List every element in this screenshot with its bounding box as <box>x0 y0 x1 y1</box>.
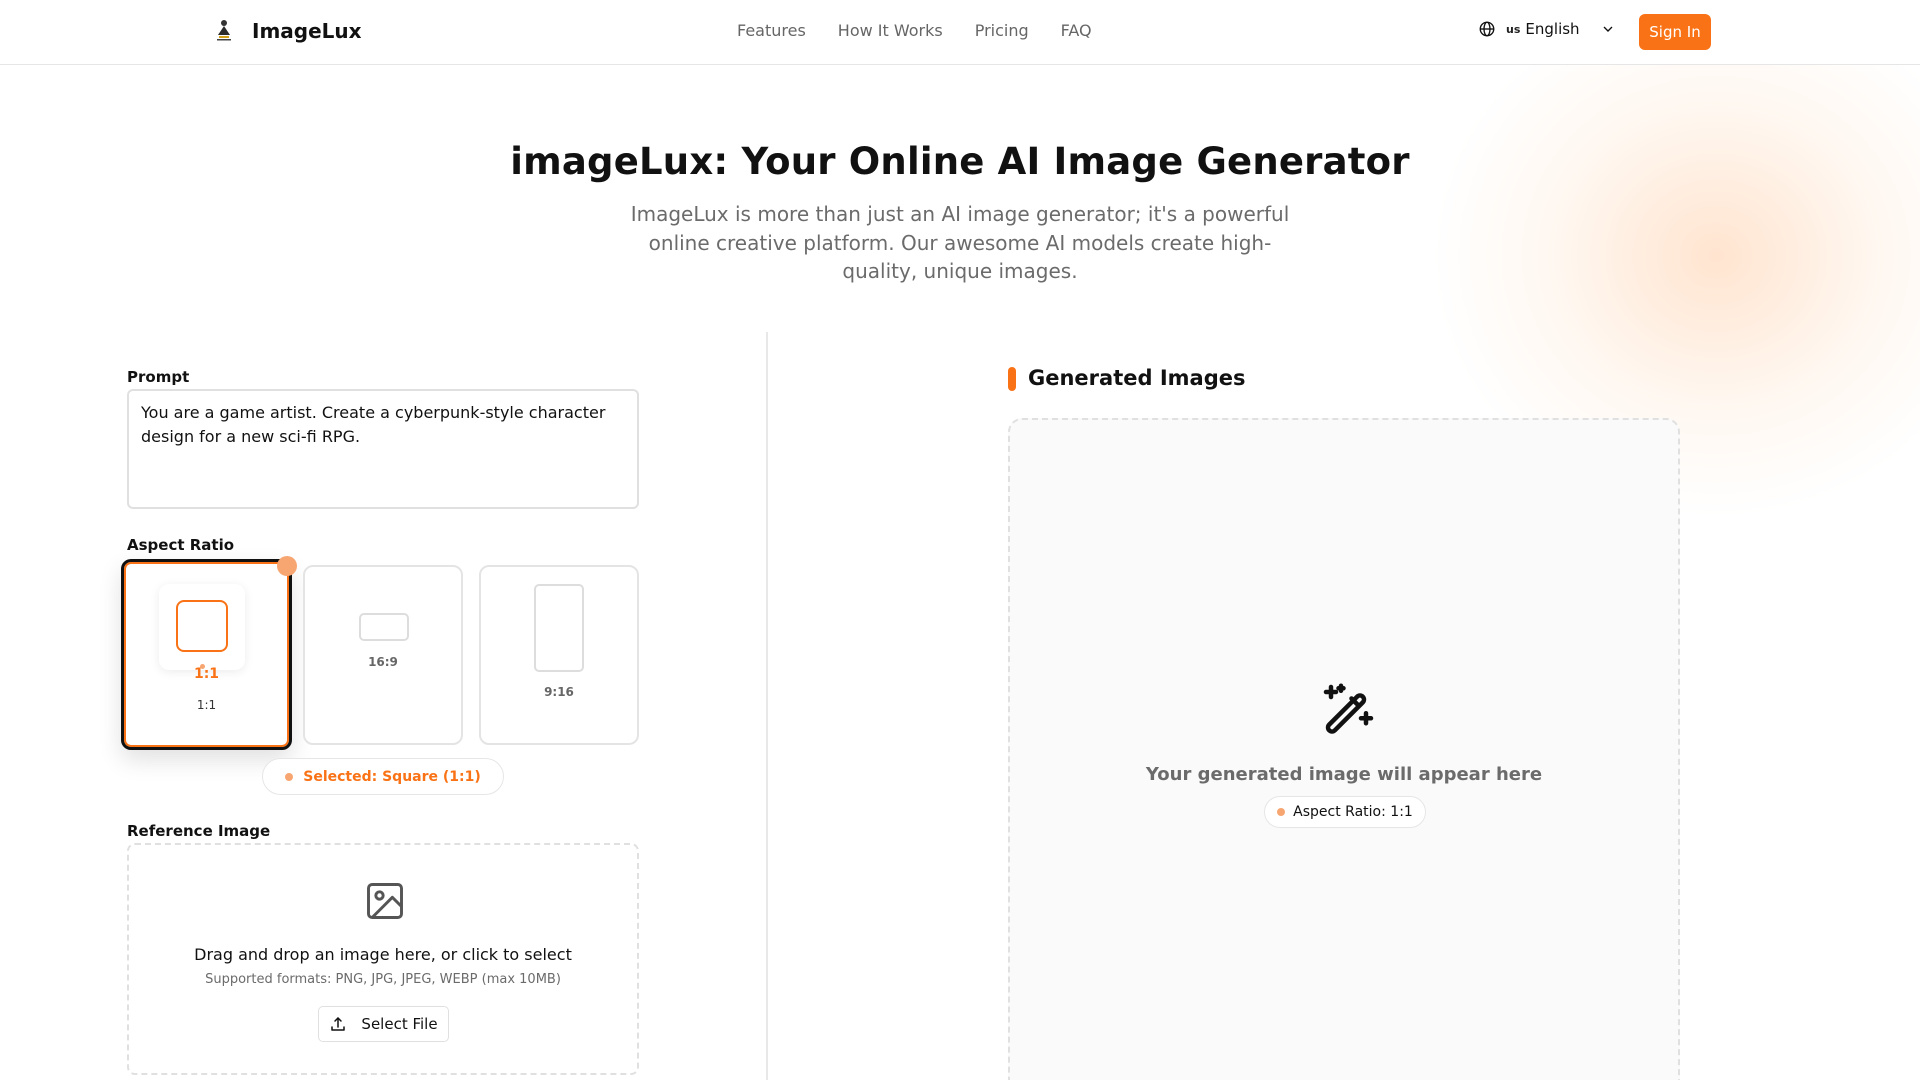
chevron-down-icon <box>1603 26 1613 32</box>
ratio-option-9-16[interactable]: 9:16 <box>479 565 639 745</box>
nav-how-it-works[interactable]: How It Works <box>838 21 943 40</box>
brand-name: ImageLux <box>252 19 362 43</box>
status-dot <box>285 772 294 781</box>
nav-pricing[interactable]: Pricing <box>975 21 1029 40</box>
globe-icon <box>1479 21 1495 37</box>
ratio-option-1-1[interactable]: 1:1 1:1 <box>121 559 292 750</box>
generated-images-title: Generated Images <box>1028 366 1246 390</box>
section-accent-bar <box>1008 367 1016 391</box>
selected-ratio-badge: Selected: Square (1:1) <box>262 758 504 795</box>
nav-features[interactable]: Features <box>737 21 806 40</box>
ratio-value: 1:1 <box>193 666 220 682</box>
magic-wand-icon <box>1323 683 1374 734</box>
select-file-label: Select File <box>361 1015 438 1033</box>
selected-ratio-text: Selected: Square (1:1) <box>303 768 481 785</box>
image-drop-zone[interactable]: Drag and drop an image here, or click to… <box>127 843 639 1075</box>
aspect-ratio-label: Aspect Ratio <box>127 536 235 554</box>
status-dot <box>1277 808 1286 816</box>
hero-subtitle: ImageLux is more than just an AI image g… <box>630 202 1290 283</box>
main-nav: Features How It Works Pricing FAQ <box>737 21 1092 40</box>
hero-title: imageLux: Your Online AI Image Generator <box>510 140 1410 183</box>
generated-image-area: Your generated image will appear here As… <box>1008 418 1680 1080</box>
ratio-caption: 1:1 <box>196 698 217 712</box>
language-selector[interactable]: us English <box>1478 20 1616 38</box>
nav-faq[interactable]: FAQ <box>1061 21 1092 40</box>
prompt-input[interactable]: You are a game artist. Create a cyberpun… <box>127 389 639 509</box>
selected-indicator <box>277 556 297 576</box>
image-icon <box>367 883 403 919</box>
ratio-caption: 9:16 <box>544 685 574 699</box>
logo-icon <box>217 20 231 41</box>
reference-image-label: Reference Image <box>127 822 271 840</box>
landscape-shape <box>359 613 409 641</box>
aspect-ratio-badge: Aspect Ratio: 1:1 <box>1264 796 1426 828</box>
select-file-button[interactable]: Select File <box>318 1006 449 1042</box>
drop-instructions: Drag and drop an image here, or click to… <box>194 945 572 964</box>
square-shape <box>176 600 228 652</box>
ratio-preview <box>159 584 245 670</box>
output-placeholder: Your generated image will appear here <box>1145 764 1543 785</box>
brand[interactable]: ImageLux <box>210 17 362 45</box>
aspect-ratio-badge-text: Aspect Ratio: 1:1 <box>1293 804 1413 820</box>
supported-formats: Supported formats: PNG, JPG, JPEG, WEBP … <box>205 972 561 987</box>
language-label: English <box>1525 20 1580 38</box>
panel-divider <box>766 332 768 1080</box>
ratio-option-16-9[interactable]: 16:9 <box>303 565 463 745</box>
ratio-caption: 16:9 <box>368 655 398 669</box>
prompt-label: Prompt <box>127 368 190 386</box>
sign-in-button[interactable]: Sign In <box>1639 14 1711 50</box>
language-flag: us <box>1506 22 1521 36</box>
upload-icon <box>331 1017 346 1031</box>
top-navbar: ImageLux Features How It Works Pricing F… <box>0 0 1920 65</box>
portrait-shape <box>534 584 584 672</box>
